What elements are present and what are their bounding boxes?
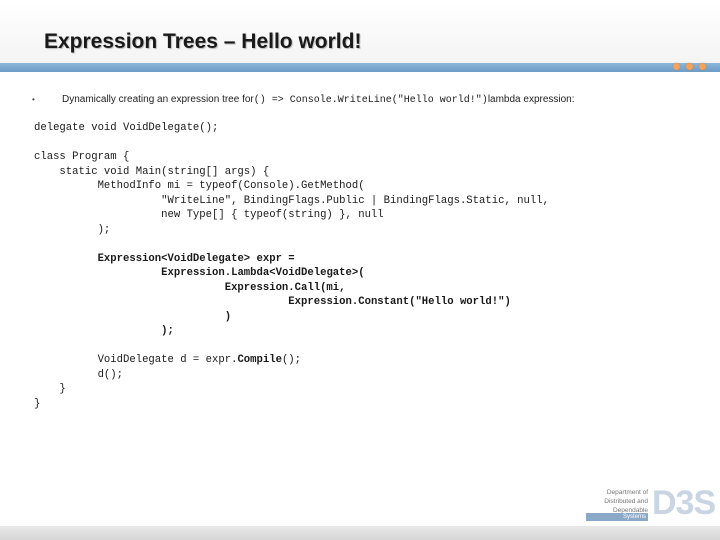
code-token: Expression<VoidDelegate> expr =	[97, 252, 295, 265]
code-line: delegate void VoidDelegate();	[34, 121, 549, 136]
footer-bar	[0, 526, 720, 540]
code-line: Expression.Constant("Hello world!")	[34, 295, 549, 310]
code-token: }	[34, 397, 41, 410]
code-line: );	[34, 324, 549, 339]
bullet-inline-code: () => Console.WriteLine("Hello world!")	[253, 95, 488, 106]
logo-badge: Systems	[586, 513, 648, 521]
code-line: new Type[] { typeof(string) }, null	[34, 208, 549, 223]
code-token: "WriteLine", BindingFlags.Public | Bindi…	[34, 194, 549, 207]
code-token: ();	[281, 354, 302, 366]
code-token: VoidDelegate d = expr.	[34, 354, 238, 366]
code-line: }	[34, 382, 549, 397]
title-area: Expression Trees – Hello world!	[0, 0, 720, 64]
code-line: Expression.Lambda<VoidDelegate>(	[34, 266, 549, 281]
code-token: class Program {	[34, 151, 130, 163]
logo-caption: Department of Distributed and Dependable	[586, 488, 648, 515]
code-line: }	[34, 397, 549, 412]
code-line: );	[34, 223, 549, 238]
bullet-icon: •	[32, 95, 35, 104]
code-token: delegate void VoidDelegate();	[34, 122, 219, 134]
dot-icon	[686, 63, 693, 70]
code-token: Expression.Call(mi,	[224, 281, 346, 294]
code-line: static void Main(string[] args) {	[34, 165, 549, 180]
code-line: "WriteLine", BindingFlags.Public | Bindi…	[34, 194, 549, 209]
department-logo: Department of Distributed and Dependable…	[586, 484, 716, 522]
bullet-text-after: lambda expression:	[487, 94, 575, 105]
code-token: );	[34, 223, 111, 236]
slide-title: Expression Trees – Hello world!	[44, 30, 362, 53]
code-token: Expression.Constant("Hello world!")	[288, 296, 511, 308]
code-token: )	[224, 310, 232, 323]
title-underline-bar	[0, 63, 720, 72]
logo-mark: D3S	[652, 484, 716, 522]
code-line: Expression.Call(mi,	[34, 281, 549, 296]
code-listing: delegate void VoidDelegate(); class Progr…	[34, 121, 549, 411]
code-token: Expression.Lambda<VoidDelegate>(	[161, 267, 365, 279]
logo-line: Department of	[606, 489, 648, 496]
code-token: static void Main(string[] args) {	[34, 165, 270, 178]
decorative-dots	[673, 63, 706, 70]
code-token: );	[161, 325, 174, 337]
bullet-item: • Dynamically creating an expression tre…	[32, 94, 712, 106]
code-line: Expression<VoidDelegate> expr =	[34, 252, 549, 267]
code-token: d();	[34, 368, 124, 381]
code-line: )	[34, 310, 549, 325]
code-line: class Program {	[34, 150, 549, 165]
code-token: }	[34, 383, 66, 395]
bullet-text-before: Dynamically creating an expression tree …	[62, 94, 254, 105]
dot-icon	[699, 63, 706, 70]
code-token: new Type[] { typeof(string) }, null	[34, 209, 384, 221]
code-token: Compile	[237, 354, 282, 366]
logo-line: Distributed and	[604, 498, 648, 505]
dot-icon	[673, 63, 680, 70]
code-token: MethodInfo mi = typeof(Console).GetMetho…	[34, 180, 365, 192]
code-line: MethodInfo mi = typeof(Console).GetMetho…	[34, 179, 549, 194]
code-line: VoidDelegate d = expr.Compile();	[34, 353, 549, 368]
code-line: d();	[34, 368, 549, 383]
